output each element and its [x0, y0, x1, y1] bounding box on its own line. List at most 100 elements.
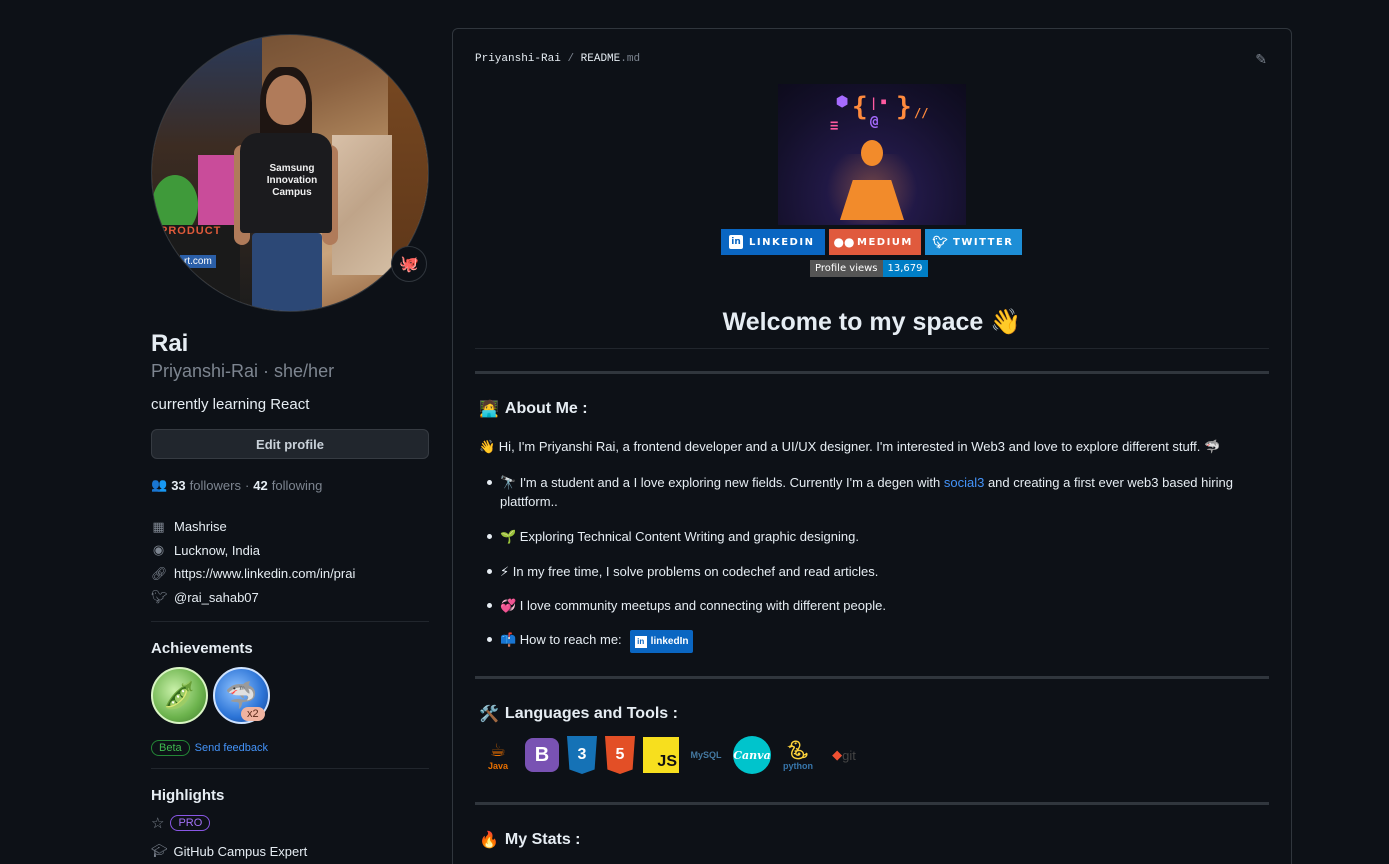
medium-label: MEDIUM	[857, 236, 913, 248]
linkedin-icon: in	[729, 235, 743, 249]
achievements-list: 🫛 🦈 x2	[151, 667, 429, 724]
building-icon: ▦	[152, 518, 165, 534]
pro-badge: PRO	[170, 815, 211, 831]
html5-icon[interactable]: 5	[605, 736, 635, 774]
heading-underline	[475, 348, 1269, 349]
campus-expert-item[interactable]: 🎓︎ GitHub Campus Expert	[151, 843, 429, 859]
mortarboard-icon: 🎓︎	[151, 843, 168, 858]
avatar-shirt-text: Samsung Innovation Campus	[266, 163, 318, 198]
social-badges: in LINKEDIN ●● MEDIUM 🐦︎ TWITTER	[721, 229, 1022, 255]
readme-card: Priyanshi-Rai / README.md ✎ ⬢ { | ▪ } //…	[452, 28, 1292, 864]
highlights-title: Highlights	[151, 787, 225, 804]
avatar-product-text: PRODUCT	[160, 225, 222, 237]
list-item: 📫 How to reach me: in linkedIn	[487, 630, 1277, 653]
welcome-heading: Welcome to my space 👋	[722, 308, 1022, 336]
status-emoji-button[interactable]: 🐙	[391, 246, 427, 282]
tools-icon: 🛠️	[479, 706, 499, 723]
location-pin-icon: ◉	[152, 542, 165, 558]
views-count: 13,679	[882, 260, 928, 277]
avatar-url-text: rt.com	[180, 255, 216, 268]
crumb-ext: .md	[620, 53, 641, 65]
twitter-icon: 🐦︎	[151, 589, 168, 605]
campus-expert-text[interactable]: GitHub Campus Expert	[174, 844, 308, 859]
hero-illustration: ⬢ { | ▪ } // ≡ @	[778, 84, 966, 225]
linkedin-icon: in	[634, 635, 647, 648]
profile-views-badge: Profile views 13,679	[810, 260, 928, 277]
website-link[interactable]: https://www.linkedin.com/in/prai	[174, 566, 355, 581]
profile-name: Rai	[151, 330, 189, 357]
crumb-separator: /	[567, 53, 575, 65]
profile-details: ▦ Mashrise ◉ Lucknow, India 🔗︎ https://w…	[151, 515, 429, 609]
tools-heading: 🛠️ Languages and Tools :	[479, 704, 678, 724]
about-title: About Me :	[504, 400, 588, 417]
company-text: Mashrise	[174, 519, 227, 535]
link-icon: 🔗︎	[151, 565, 168, 581]
twitter-icon: 🐦︎	[932, 235, 948, 249]
pro-row: ☆ PRO	[151, 814, 429, 832]
python-icon[interactable]: 🐍︎ python	[779, 736, 817, 774]
twitter-label: TWITTER	[953, 236, 1014, 248]
avatar[interactable]: PRODUCT rt.com Samsung Innovation Campus	[151, 34, 429, 312]
section-divider	[475, 371, 1269, 374]
following-link[interactable]: following	[272, 478, 323, 493]
peas-icon[interactable]: 🫛	[151, 667, 208, 724]
canva-icon[interactable]: Canva	[733, 736, 771, 774]
divider	[151, 768, 429, 769]
star-icon: ☆	[151, 815, 165, 832]
crumb-file[interactable]: README	[581, 53, 621, 65]
achievement-multiplier: x2	[241, 707, 265, 721]
technologist-icon: 🧑‍💻	[479, 401, 499, 418]
mysql-icon[interactable]: MySQL	[687, 736, 725, 774]
followers-count[interactable]: 33	[171, 478, 185, 493]
stats-title: My Stats :	[504, 831, 581, 848]
edit-pencil-icon[interactable]: ✎	[1255, 51, 1267, 68]
beta-row: Beta Send feedback	[151, 740, 429, 756]
profile-login: Priyanshi-Rai · she/her	[151, 361, 335, 381]
website-item[interactable]: 🔗︎ https://www.linkedin.com/in/prai	[151, 562, 429, 586]
linkedin-mini-badge[interactable]: in linkedIn	[629, 630, 694, 653]
fire-icon: 🔥	[479, 832, 499, 849]
profile-sidebar: PRODUCT rt.com Samsung Innovation Campus…	[151, 34, 429, 859]
followers-link[interactable]: followers	[190, 478, 241, 493]
send-feedback-link[interactable]: Send feedback	[195, 742, 268, 754]
crumb-user[interactable]: Priyanshi-Rai	[475, 53, 561, 65]
list-item: ⚡ In my free time, I solve problems on c…	[487, 562, 1277, 581]
achievements-title[interactable]: Achievements	[151, 640, 429, 657]
tools-list: ☕ Java B 3 5 JS MySQL Canva 🐍︎ python ◆ git	[479, 736, 863, 774]
twitter-badge[interactable]: 🐦︎ TWITTER	[925, 229, 1022, 255]
edit-profile-button[interactable]: Edit profile	[151, 429, 429, 459]
java-icon[interactable]: ☕ Java	[479, 736, 517, 774]
list-item: 🌱 Exploring Technical Content Writing an…	[487, 527, 1277, 546]
following-count[interactable]: 42	[253, 478, 267, 493]
people-icon: 👥	[151, 477, 168, 492]
octocat-icon: 🐙	[399, 256, 419, 273]
avatar-wrap: PRODUCT rt.com Samsung Innovation Campus…	[151, 34, 429, 312]
location-item: ◉ Lucknow, India	[151, 539, 429, 563]
css3-icon[interactable]: 3	[567, 736, 597, 774]
readme-breadcrumb: Priyanshi-Rai / README.md	[475, 53, 640, 65]
intro-text: 👋 Hi, I'm Priyanshi Rai, a frontend deve…	[479, 439, 1221, 454]
stats-heading: 🔥 My Stats :	[479, 830, 581, 850]
beta-badge: Beta	[151, 740, 190, 756]
follow-stats: 👥 33 followers · 42 following	[151, 477, 429, 493]
company-item: ▦ Mashrise	[151, 515, 429, 539]
twitter-item[interactable]: 🐦︎ @rai_sahab07	[151, 586, 429, 610]
section-divider	[475, 676, 1269, 679]
git-icon[interactable]: ◆ git	[825, 736, 863, 774]
linkedin-label: LINKEDIN	[749, 236, 815, 248]
bootstrap-icon[interactable]: B	[525, 738, 559, 772]
location-text: Lucknow, India	[174, 542, 261, 558]
medium-icon: ●●	[833, 235, 855, 249]
medium-badge[interactable]: ●● MEDIUM	[829, 229, 921, 255]
dot-separator: ·	[244, 477, 250, 493]
tools-title: Languages and Tools :	[504, 705, 678, 722]
profile-bio: currently learning React	[151, 396, 310, 413]
section-divider	[475, 802, 1269, 805]
twitter-link[interactable]: @rai_sahab07	[174, 590, 259, 605]
list-item: 🔭 I'm a student and a I love exploring n…	[487, 473, 1277, 511]
linkedin-badge[interactable]: in LINKEDIN	[721, 229, 825, 255]
social3-link[interactable]: social3	[944, 475, 984, 490]
about-heading: 🧑‍💻 About Me :	[479, 399, 588, 419]
javascript-icon[interactable]: JS	[643, 737, 679, 773]
views-label: Profile views	[810, 260, 883, 277]
